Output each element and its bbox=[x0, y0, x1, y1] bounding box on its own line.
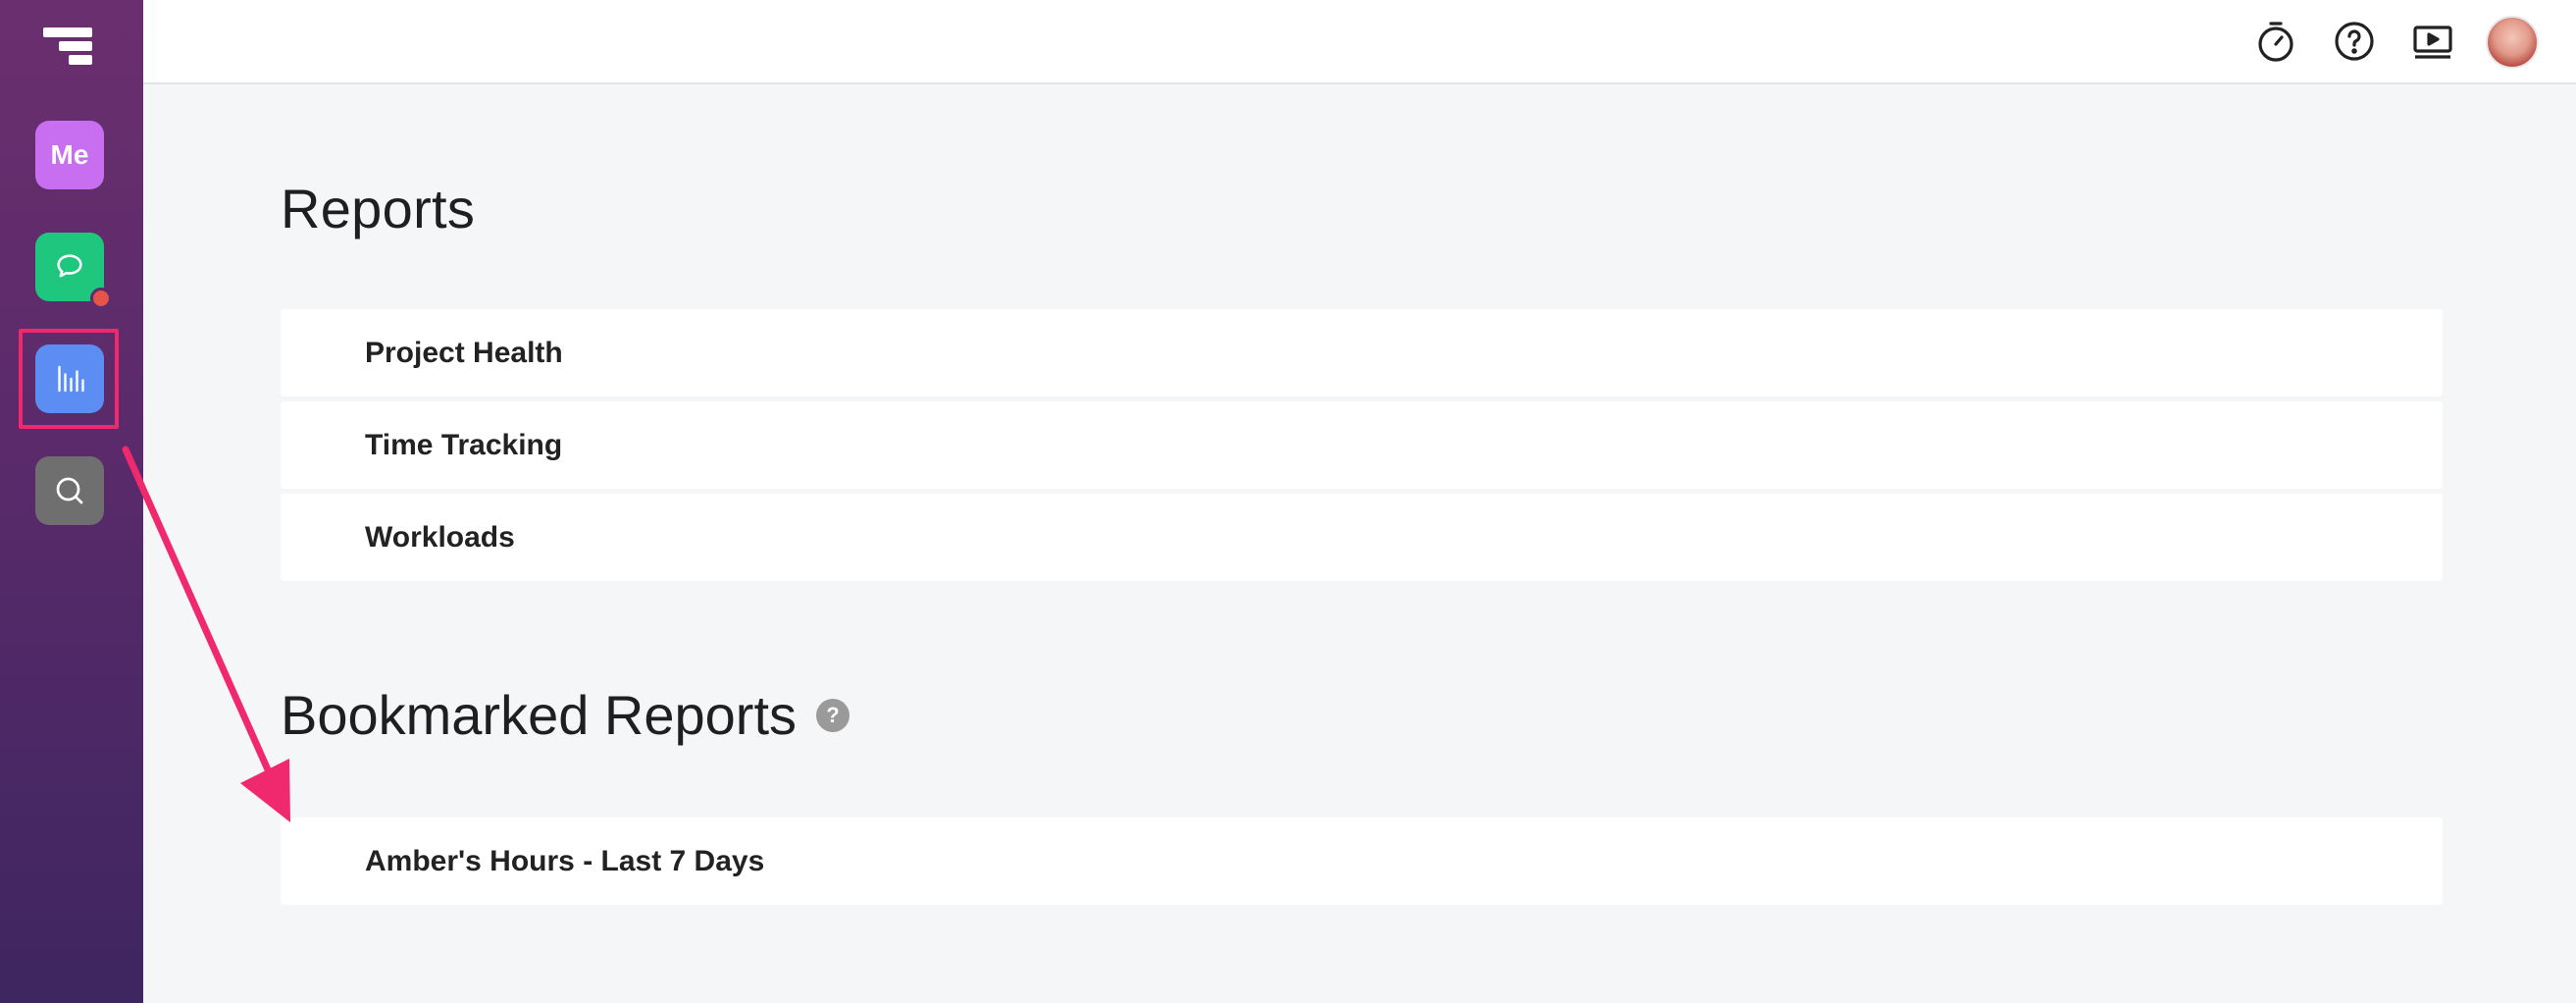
report-item-label: Time Tracking bbox=[365, 428, 563, 461]
user-avatar[interactable] bbox=[2486, 16, 2539, 69]
reports-list: Project Health Time Tracking Workloads bbox=[281, 309, 2443, 586]
annotation-highlight-box bbox=[19, 329, 119, 429]
report-item-label: Project Health bbox=[365, 336, 563, 369]
bookmarked-reports-title: Bookmarked Reports ? bbox=[281, 683, 850, 747]
help-icon[interactable]: ? bbox=[816, 698, 850, 732]
report-item-label: Workloads bbox=[365, 520, 515, 554]
report-item-label: Amber's Hours - Last 7 Days bbox=[365, 844, 765, 877]
search-icon bbox=[56, 477, 83, 504]
video-player-icon[interactable] bbox=[2409, 18, 2456, 65]
report-item-time-tracking[interactable]: Time Tracking bbox=[281, 401, 2443, 489]
report-item-project-health[interactable]: Project Health bbox=[281, 309, 2443, 396]
bookmarked-reports-heading: Bookmarked Reports bbox=[281, 684, 798, 746]
bookmarked-reports-list: Amber's Hours - Last 7 Days bbox=[281, 818, 2443, 910]
app-logo-icon[interactable] bbox=[43, 27, 98, 67]
nav-me-label: Me bbox=[50, 139, 89, 170]
nav-me-button[interactable]: Me bbox=[35, 121, 104, 189]
report-item-workloads[interactable]: Workloads bbox=[281, 494, 2443, 581]
nav-search-button[interactable] bbox=[35, 456, 104, 525]
sidebar: Me bbox=[0, 0, 143, 1003]
chat-bubble-icon bbox=[57, 254, 82, 278]
help-circle-icon[interactable] bbox=[2331, 18, 2378, 65]
top-bar bbox=[143, 0, 2576, 84]
notification-dot bbox=[90, 288, 112, 309]
page-title: Reports bbox=[281, 178, 476, 239]
timer-icon[interactable] bbox=[2252, 18, 2299, 65]
bookmarked-report-item[interactable]: Amber's Hours - Last 7 Days bbox=[281, 818, 2443, 905]
